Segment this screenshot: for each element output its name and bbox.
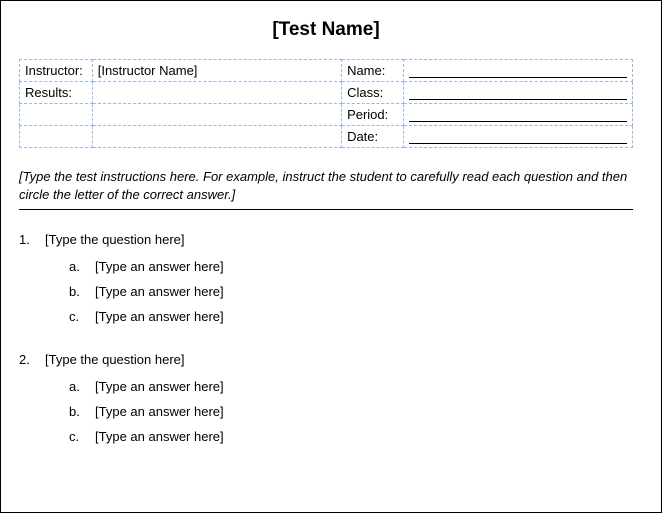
info-table: Instructor: [Instructor Name] Name: Resu…	[19, 59, 633, 148]
results-value[interactable]	[92, 82, 341, 104]
question-number: 1.	[19, 232, 45, 247]
empty-cell	[92, 104, 341, 126]
answer-text[interactable]: [Type an answer here]	[95, 309, 224, 324]
date-label: Date:	[342, 126, 404, 148]
class-label: Class:	[342, 82, 404, 104]
answer-letter: c.	[69, 429, 95, 444]
question-text[interactable]: [Type the question here]	[45, 232, 184, 247]
answer-letter: b.	[69, 284, 95, 299]
answer-letter: b.	[69, 404, 95, 419]
divider	[19, 209, 633, 210]
period-label: Period:	[342, 104, 404, 126]
date-field[interactable]	[404, 126, 633, 148]
answer-letter: c.	[69, 309, 95, 324]
answer-text[interactable]: [Type an answer here]	[95, 259, 224, 274]
instructor-label: Instructor:	[20, 60, 93, 82]
answer-text[interactable]: [Type an answer here]	[95, 284, 224, 299]
answer-letter: a.	[69, 379, 95, 394]
name-field[interactable]	[404, 60, 633, 82]
period-field[interactable]	[404, 104, 633, 126]
answer-letter: a.	[69, 259, 95, 274]
class-field[interactable]	[404, 82, 633, 104]
empty-cell	[20, 126, 93, 148]
question-block: 1. [Type the question here] a. [Type an …	[19, 232, 633, 324]
instructions-text[interactable]: [Type the test instructions here. For ex…	[19, 168, 633, 203]
question-text[interactable]: [Type the question here]	[45, 352, 184, 367]
answer-text[interactable]: [Type an answer here]	[95, 404, 224, 419]
name-label: Name:	[342, 60, 404, 82]
question-number: 2.	[19, 352, 45, 367]
empty-cell	[20, 104, 93, 126]
instructor-value[interactable]: [Instructor Name]	[92, 60, 341, 82]
answer-text[interactable]: [Type an answer here]	[95, 429, 224, 444]
empty-cell	[92, 126, 341, 148]
answer-text[interactable]: [Type an answer here]	[95, 379, 224, 394]
question-block: 2. [Type the question here] a. [Type an …	[19, 352, 633, 444]
test-title[interactable]: [Test Name]	[19, 19, 633, 41]
results-label: Results:	[20, 82, 93, 104]
